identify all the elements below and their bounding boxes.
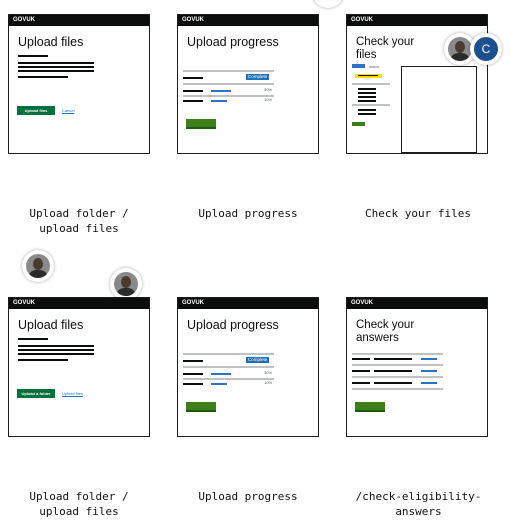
progress-line (211, 90, 231, 92)
avatar-photo (114, 272, 138, 296)
divider (183, 353, 274, 355)
file-name-line (183, 360, 203, 362)
divider (352, 353, 443, 355)
page-title: Check your answers (356, 319, 415, 344)
percent-label: 10% (264, 97, 273, 102)
caption-check-eligibility-answers: /check-eligibility-answers (355, 490, 482, 518)
progress-line (211, 100, 227, 102)
govuk-header: GOVUK (347, 15, 487, 26)
cancel-link[interactable]: Cancel (62, 106, 74, 115)
page-title: Upload progress (187, 35, 279, 49)
caption-check-files: Check your files (365, 207, 471, 220)
page-title: Upload files (18, 35, 84, 49)
screen-upload-progress-2[interactable]: GOVUK Upload progress Complete 30% 10% (177, 297, 319, 437)
answer-value (374, 358, 412, 360)
file-name-line (183, 77, 203, 79)
text-line (18, 76, 68, 78)
file-name-line (183, 373, 203, 375)
screen-check-answers[interactable]: GOVUK Check your answers (346, 297, 488, 437)
text-line (18, 353, 94, 355)
govuk-header: GOVUK (9, 298, 149, 309)
highlight-text (358, 75, 378, 76)
divider (183, 366, 274, 368)
text-line (358, 109, 376, 111)
text-line (358, 113, 376, 115)
answer-key (352, 370, 370, 372)
percent-label: 30% (264, 87, 273, 92)
text-line (18, 349, 94, 351)
file-name-line (183, 383, 203, 385)
govuk-header: GOVUK (178, 15, 318, 26)
accept-and-send-button[interactable] (355, 402, 385, 412)
progress-line (211, 383, 227, 385)
avatar-photo (26, 254, 50, 278)
upload-folder-button[interactable]: Upload a folder (17, 389, 55, 398)
upload-files-link[interactable]: Upload files (62, 389, 83, 398)
complete-tag: Complete (246, 74, 270, 80)
divider (183, 83, 274, 85)
caption-upload-folder: Upload folder / upload files (29, 490, 129, 518)
avatar-photo (448, 37, 472, 61)
divider (183, 70, 274, 72)
file-preview-panel (401, 66, 477, 153)
avatar (312, 0, 344, 8)
progress-line (211, 373, 231, 375)
continue-button[interactable] (186, 402, 216, 412)
upload-files-button[interactable]: Upload files (17, 106, 55, 115)
text-line (18, 70, 94, 72)
page-title: Check your files (356, 36, 415, 61)
divider (352, 388, 443, 390)
file-name-line (183, 100, 203, 102)
percent-label: 10% (264, 380, 273, 385)
change-link[interactable] (421, 370, 437, 372)
green-marker (352, 122, 365, 126)
text-line (18, 66, 94, 68)
divider (352, 376, 443, 378)
text-line (18, 55, 48, 57)
change-link[interactable] (421, 358, 437, 360)
caption-upload-progress: Upload progress (198, 207, 298, 220)
avatar (22, 250, 54, 282)
divider (369, 66, 379, 68)
avatar (110, 268, 142, 300)
caption-upload-folder: Upload folder / upload files (29, 207, 129, 235)
answer-key (352, 358, 370, 360)
text-line (358, 92, 376, 94)
answer-value (374, 370, 412, 372)
text-line (358, 100, 376, 102)
complete-tag: Complete (246, 357, 270, 363)
avatar-initial-badge: C (470, 33, 502, 65)
screen-upload-files-2[interactable]: GOVUK Upload files Upload a folder Uploa… (8, 297, 150, 437)
text-line (18, 338, 48, 340)
govuk-header: GOVUK (178, 298, 318, 309)
text-line (18, 359, 68, 361)
divider (352, 83, 390, 85)
screen-upload-files-1[interactable]: GOVUK Upload files Upload files Cancel (8, 14, 150, 154)
page-title: Upload files (18, 318, 84, 332)
divider (352, 364, 443, 366)
avatar-initial: C (474, 37, 498, 61)
govuk-header: GOVUK (9, 15, 149, 26)
govuk-header: GOVUK (347, 298, 487, 309)
screen-upload-progress-1[interactable]: GOVUK Upload progress Complete 30% 10% (177, 14, 319, 154)
text-line (18, 345, 94, 347)
change-link[interactable] (421, 382, 437, 384)
blue-marker (352, 64, 365, 68)
divider (183, 95, 274, 97)
answer-value (374, 382, 412, 384)
text-line (358, 96, 376, 98)
page-title: Upload progress (187, 318, 279, 332)
file-name-line (183, 90, 203, 92)
percent-label: 30% (264, 370, 273, 375)
continue-button[interactable] (186, 119, 216, 129)
text-line (18, 62, 94, 64)
text-line (358, 88, 376, 90)
caption-upload-progress: Upload progress (198, 490, 298, 503)
divider (352, 104, 390, 106)
answer-key (352, 382, 370, 384)
divider (183, 378, 274, 380)
